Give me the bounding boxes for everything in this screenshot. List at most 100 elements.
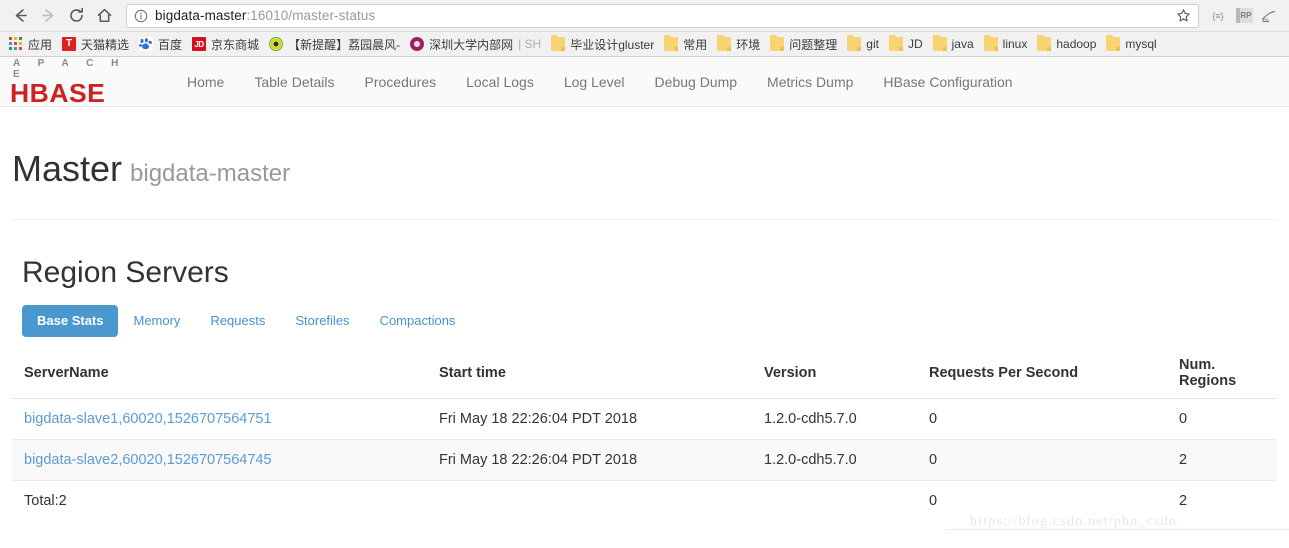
server-link[interactable]: bigdata-slave1,60020,1526707564751 [24,411,272,427]
bookmark-apps[interactable]: 应用 [4,34,57,54]
forum-icon [269,37,284,51]
back-arrow-icon[interactable] [6,2,34,30]
tab-storefiles[interactable]: Storefiles [280,305,364,337]
cell-total-regions: 2 [1179,493,1188,509]
url-path: :16010/master-status [246,8,376,23]
bookmark-forum[interactable]: 【新提醒】荔园晨风- [264,34,405,54]
url-text: bigdata-master:16010/master-status [155,8,1172,23]
bookmark-jd[interactable]: JD 京东商城 [187,34,264,54]
browser-chrome: bigdata-master:16010/master-status {≡} R… [0,0,1289,57]
bookmark-folder-biyesheji[interactable]: 毕业设计gluster [546,34,659,54]
browser-toolbar: bigdata-master:16010/master-status {≡} R… [0,0,1289,31]
nav-links: Home Table Details Procedures Local Logs… [172,57,1028,107]
bookmark-label: mysql [1125,37,1157,51]
tmall-icon: T [62,37,77,51]
star-bookmark-icon[interactable] [1172,5,1194,27]
bookmark-label: JD [907,37,923,51]
folder-icon [770,35,785,51]
svg-text:en: en [1263,17,1269,23]
info-circle-icon[interactable] [134,9,148,23]
bookmark-folder-changyong[interactable]: 常用 [659,34,712,54]
tab-base-stats[interactable]: Base Stats [22,305,119,337]
section-title-region-servers: Region Servers [22,256,229,289]
apache-hbase-logo[interactable]: A P A C H E HBASE [10,58,150,106]
bookmark-folder-hadoop[interactable]: hadoop [1032,34,1101,54]
nav-link-debug-dump[interactable]: Debug Dump [640,57,753,107]
region-server-tabs: Base Stats Memory Requests Storefiles Co… [22,305,1277,337]
hbase-navbar: A P A C H E HBASE Home Table Details Pro… [0,57,1289,107]
cell-total-version [752,481,917,522]
nav-link-local-logs[interactable]: Local Logs [451,57,549,107]
folder-icon [1037,35,1052,51]
bookmark-label: 深圳大学内部网 [429,37,514,52]
nav-link-log-level[interactable]: Log Level [549,57,640,107]
page-content: Master bigdata-master Region Servers Base… [0,147,1289,521]
folder-icon [983,35,998,51]
cell-total-label: Total:2 [24,493,67,509]
cell-rps: 0 [917,439,1167,481]
tab-requests[interactable]: Requests [195,305,280,337]
table-row: bigdata-slave1,60020,1526707564751 Fri M… [12,398,1277,440]
bookmark-label: java [951,37,974,51]
home-icon[interactable] [90,2,118,30]
page-title: Master bigdata-master [12,147,1277,196]
table-header-row: ServerName Start time Version Requests P… [12,349,1277,399]
server-link[interactable]: bigdata-slave2,60020,1526707564745 [24,452,272,468]
region-servers-table: ServerName Start time Version Requests P… [12,349,1277,521]
bookmark-baidu[interactable]: 百度 [134,34,187,54]
tab-memory[interactable]: Memory [118,305,195,337]
nav-link-hbase-configuration[interactable]: HBase Configuration [868,57,1027,107]
bookmark-folder-git[interactable]: git [842,34,884,54]
cell-regions: 2 [1167,439,1277,481]
nav-link-home[interactable]: Home [172,57,239,107]
nav-link-procedures[interactable]: Procedures [350,57,452,107]
page-area: A P A C H E HBASE Home Table Details Pro… [0,57,1289,521]
url-host: bigdata-master [155,8,247,23]
tab-compactions[interactable]: Compactions [365,305,471,337]
th-server-name[interactable]: ServerName [12,349,427,399]
folder-icon [717,35,732,51]
bookmark-label: 毕业设计gluster [570,37,655,52]
table-row: bigdata-slave2,60020,1526707564745 Fri M… [12,439,1277,481]
bookmark-label-suffix: | SH [518,37,542,51]
reload-icon[interactable] [62,2,90,30]
forward-arrow-icon [34,2,62,30]
bookmark-label: 问题整理 [789,37,838,52]
nav-link-table-details[interactable]: Table Details [239,57,349,107]
folder-icon [932,35,947,51]
table-head: ServerName Start time Version Requests P… [12,349,1277,399]
bookmark-folder-huanjing[interactable]: 环境 [712,34,765,54]
page-title-host: bigdata-master [130,160,291,187]
bookmarks-bar: 应用 T 天猫精选 百度 JD 京东商城 【新提醒】荔园晨风- 深圳大学内部网 … [0,31,1289,56]
th-num-regions[interactable]: Num. Regions [1167,349,1277,399]
bookmark-label: hadoop [1056,37,1097,51]
th-version[interactable]: Version [752,349,917,399]
bookmark-folder-wentizhengli[interactable]: 问题整理 [765,34,842,54]
extension-translate-icon[interactable]: en [1257,3,1283,29]
folder-icon [888,35,903,51]
th-start-time[interactable]: Start time [427,349,752,399]
bookmark-szu[interactable]: 深圳大学内部网 | SH [405,34,546,54]
extension-rp-icon[interactable]: RP [1231,3,1257,29]
address-bar[interactable]: bigdata-master:16010/master-status [126,3,1199,28]
bookmark-folder-java[interactable]: java [928,34,979,54]
nav-link-metrics-dump[interactable]: Metrics Dump [752,57,868,107]
cell-regions: 0 [1167,398,1277,440]
bookmark-folder-linux[interactable]: linux [979,34,1033,54]
th-requests-per-second[interactable]: Requests Per Second [917,349,1167,399]
bookmark-label: 环境 [736,37,761,52]
extension-braces-icon[interactable]: {≡} [1205,3,1231,29]
bookmark-folder-jd[interactable]: JD [884,34,928,54]
title-divider [12,219,1277,220]
watermark-text: https://blog.csdn.net/phn_csdn [970,514,1178,529]
bookmark-label: 天猫精选 [81,37,130,52]
bookmark-label: git [866,37,879,51]
logo-hbase-text: HBASE [10,77,106,108]
apps-grid-icon [9,37,23,51]
bookmark-label: linux [1002,37,1028,51]
bookmark-tmall[interactable]: T 天猫精选 [57,34,134,54]
bookmark-folder-mysql[interactable]: mysql [1101,34,1161,54]
bookmark-label: 常用 [683,37,708,52]
cell-start-time: Fri May 18 22:26:04 PDT 2018 [427,398,752,440]
folder-icon [1106,35,1121,51]
